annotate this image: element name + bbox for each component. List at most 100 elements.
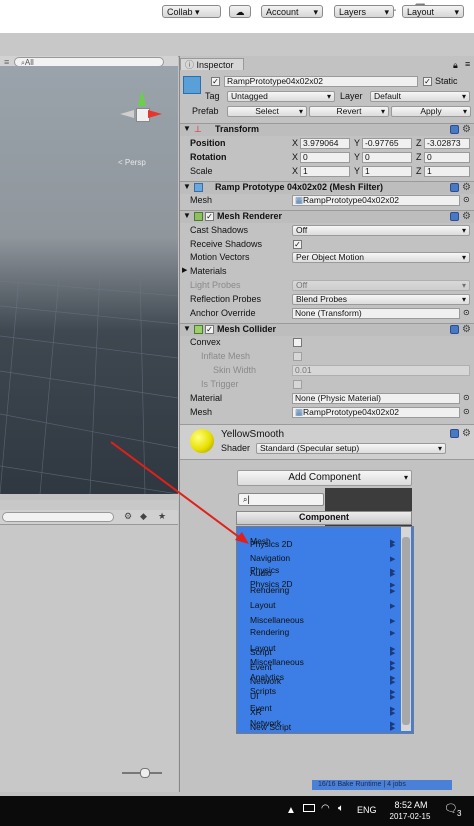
materials-foldout-arrow-icon[interactable]: ▶ [182, 266, 187, 274]
motion-vectors-label: Motion Vectors [190, 252, 250, 262]
object-picker-icon[interactable]: ⊙ [463, 407, 470, 416]
cloud-button[interactable]: ☁ [229, 5, 251, 18]
foldout-arrow-icon[interactable]: ▼ [183, 124, 191, 133]
popup-scrollbar-thumb[interactable] [402, 537, 410, 725]
gear-icon[interactable]: ⚙ [462, 125, 472, 135]
static-checkbox[interactable] [423, 77, 432, 86]
zoom-slider-handle[interactable] [140, 768, 150, 778]
inspector-menu-icon[interactable]: ≡ [465, 59, 470, 69]
component-menu-item[interactable]: XR [250, 707, 262, 717]
materials-label[interactable]: Materials [190, 266, 227, 277]
light-probes-dropdown[interactable]: Off [292, 280, 470, 291]
foldout-arrow-icon[interactable]: ▼ [183, 211, 191, 220]
gear-icon[interactable]: ⚙ [462, 325, 472, 335]
mesh-renderer-enabled-checkbox[interactable] [205, 212, 214, 221]
red-annotation-arrow [110, 441, 249, 544]
scale-y-field[interactable]: 1 [362, 166, 412, 177]
rotation-x-field[interactable]: 0 [300, 152, 350, 163]
reflection-probes-dropdown[interactable]: Blend Probes [292, 294, 470, 305]
submenu-arrow-icon: ▶ [390, 556, 396, 563]
object-name-field[interactable]: RampPrototype04x02x02 [224, 76, 418, 87]
mesh-collider-header[interactable]: ▼ Mesh Collider ⚙ [180, 323, 474, 336]
popup-scrollbar[interactable] [401, 527, 411, 731]
network-icon[interactable]: ▲ [286, 805, 296, 816]
scene-view[interactable]: < Persp [0, 66, 178, 494]
help-book-icon[interactable] [450, 212, 459, 221]
active-checkbox[interactable] [211, 77, 220, 86]
inflate-mesh-label: Inflate Mesh [201, 351, 251, 361]
clock-time[interactable]: 8:52 AM [391, 800, 431, 810]
help-book-icon[interactable] [450, 325, 459, 334]
help-book-icon[interactable] [450, 429, 459, 438]
object-picker-icon[interactable]: ⊙ [463, 195, 470, 204]
rotation-y-field[interactable]: 0 [362, 152, 412, 163]
rotation-z-field[interactable]: 0 [424, 152, 470, 163]
clock-date[interactable]: 2017-02-15 [385, 812, 435, 821]
component-menu-item[interactable]: Rendering [250, 585, 289, 595]
layout-dropdown[interactable]: Layout ▾ [402, 5, 464, 18]
transform-header[interactable]: ▼ ⊥ Transform ⚙ [180, 123, 474, 136]
project-search-input[interactable] [2, 512, 114, 522]
position-z-field[interactable]: -3.02873 [424, 138, 470, 149]
mesh-renderer-header[interactable]: ▼ Mesh Renderer ⚙ [180, 210, 474, 223]
receive-shadows-checkbox[interactable] [293, 240, 302, 249]
cast-shadows-dropdown[interactable]: Off [292, 225, 470, 236]
component-menu-item[interactable]: Audio [250, 568, 272, 578]
prefab-apply-button[interactable]: Apply [391, 106, 471, 117]
anchor-override-field[interactable]: None (Transform) [292, 308, 460, 319]
position-y-field[interactable]: -0.97765 [362, 138, 412, 149]
mesh-filter-mesh-field[interactable]: ▦RampPrototype04x02x02 [292, 195, 460, 206]
axis-gizmo-icon[interactable] [118, 90, 168, 160]
convex-checkbox[interactable] [293, 338, 302, 347]
skin-width-field[interactable]: 0.01 [292, 365, 470, 376]
inflate-mesh-checkbox[interactable] [293, 352, 302, 361]
collab-button[interactable]: Collab ▾ [162, 5, 221, 18]
tag-label: Tag [205, 91, 220, 101]
component-menu-item[interactable]: Physics 2D [250, 539, 293, 549]
motion-vectors-dropdown[interactable]: Per Object Motion [292, 252, 470, 263]
volume-icon[interactable]: 🔈︎ [338, 803, 344, 814]
component-menu-item[interactable]: UI [250, 691, 259, 701]
component-menu-item[interactable]: Network [250, 676, 281, 686]
position-x-field[interactable]: 3.979064 [300, 138, 350, 149]
light-probes-value: Off [296, 280, 308, 290]
add-component-button[interactable]: Add Component [237, 470, 412, 486]
prefab-select-button[interactable]: Select [227, 106, 307, 117]
tab-inspector[interactable]: ⓘ Inspector [180, 58, 244, 70]
layer-dropdown[interactable]: Default [370, 91, 470, 102]
scale-x-field[interactable]: 1 [300, 166, 350, 177]
object-picker-icon[interactable]: ⊙ [463, 308, 470, 317]
component-menu-item[interactable]: New Script [250, 722, 291, 732]
prefab-revert-button[interactable]: Revert [309, 106, 389, 117]
layers-dropdown[interactable]: Layers ▾ [334, 5, 394, 18]
component-menu-item[interactable]: Miscellaneous [250, 615, 304, 625]
mesh-filter-header[interactable]: ▼ Ramp Prototype 04x02x02 (Mesh Filter) … [180, 181, 474, 194]
object-picker-icon[interactable]: ⊙ [463, 393, 470, 402]
component-menu-item[interactable]: Script [250, 647, 272, 657]
help-book-icon[interactable] [450, 183, 459, 192]
wifi-icon[interactable]: ◠ [321, 803, 330, 814]
inspector-lock-icon[interactable]: 🔒︎ [453, 60, 458, 71]
account-dropdown[interactable]: Account ▾ [261, 5, 323, 18]
gear-icon[interactable]: ⚙ [462, 183, 472, 193]
component-menu-item[interactable]: Layout [250, 600, 276, 610]
inspector-tab-label: Inspector [196, 60, 234, 70]
gear-icon[interactable]: ⚙ [462, 429, 472, 439]
shader-dropdown[interactable]: Standard (Specular setup) [256, 443, 446, 454]
is-trigger-checkbox[interactable] [293, 380, 302, 389]
gear-icon[interactable]: ⚙ [462, 212, 472, 222]
mesh-collider-enabled-checkbox[interactable] [205, 325, 214, 334]
collider-mesh-field[interactable]: ▦RampPrototype04x02x02 [292, 407, 460, 418]
language-indicator[interactable]: ENG [357, 805, 377, 815]
persp-label[interactable]: < Persp [118, 158, 146, 167]
scale-z-field[interactable]: 1 [424, 166, 470, 177]
tag-dropdown[interactable]: Untagged [227, 91, 335, 102]
battery-icon[interactable] [303, 804, 315, 812]
component-menu-item[interactable]: Rendering [250, 627, 289, 637]
foldout-arrow-icon[interactable]: ▼ [183, 182, 191, 191]
collider-material-field[interactable]: None (Physic Material) [292, 393, 460, 404]
foldout-arrow-icon[interactable]: ▼ [183, 324, 191, 333]
component-menu-item[interactable]: Navigation [250, 553, 290, 563]
help-book-icon[interactable] [450, 125, 459, 134]
component-menu-item[interactable]: Event [250, 662, 272, 672]
